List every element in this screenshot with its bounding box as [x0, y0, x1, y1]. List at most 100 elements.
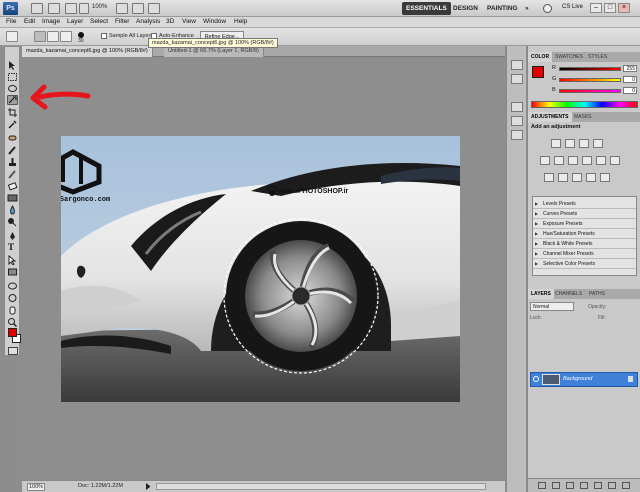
- levels-icon[interactable]: [565, 139, 575, 148]
- new-layer-icon[interactable]: [608, 482, 616, 489]
- actions-panel-icon[interactable]: [511, 74, 523, 84]
- color-balance-icon[interactable]: [568, 156, 578, 165]
- 3d-orbit-tool-icon[interactable]: [7, 293, 18, 303]
- exposure-icon[interactable]: [593, 139, 603, 148]
- tab-adjustments[interactable]: ADJUSTMENTS: [528, 112, 572, 122]
- tab-masks[interactable]: MASKS: [571, 112, 595, 122]
- menu-file[interactable]: File: [6, 18, 16, 25]
- history-panel-icon[interactable]: [511, 60, 523, 70]
- zoom-tool-icon[interactable]: [7, 317, 18, 327]
- layer-name[interactable]: Background: [563, 376, 592, 382]
- menu-3d[interactable]: 3D: [166, 18, 174, 25]
- foreground-color-swatch[interactable]: [8, 328, 17, 337]
- more-workspaces-button[interactable]: »: [521, 2, 533, 15]
- character-panel-icon[interactable]: [511, 102, 523, 112]
- arrange-documents-icon[interactable]: [132, 3, 144, 14]
- channel-r-value[interactable]: 255: [623, 65, 637, 72]
- minimize-button[interactable]: –: [590, 3, 602, 13]
- black-white-icon[interactable]: [582, 156, 592, 165]
- tab-layers[interactable]: LAYERS: [528, 289, 554, 299]
- menu-help[interactable]: Help: [234, 18, 247, 25]
- brushes-panel-icon[interactable]: [511, 130, 523, 140]
- menu-select[interactable]: Select: [90, 18, 108, 25]
- channel-g-value[interactable]: 0: [623, 76, 637, 83]
- eyedropper-tool-icon[interactable]: [7, 119, 18, 129]
- new-selection-button[interactable]: [34, 31, 46, 42]
- rectangle-tool-icon[interactable]: [7, 267, 18, 277]
- threshold-icon[interactable]: [572, 173, 582, 182]
- menu-image[interactable]: Image: [42, 18, 60, 25]
- layer-visibility-icon[interactable]: [533, 376, 539, 382]
- channel-b-value[interactable]: 0: [623, 87, 637, 94]
- zoom-level[interactable]: 100%: [92, 4, 107, 10]
- preset-levels[interactable]: Levels Presets: [533, 199, 636, 209]
- brush-tool-icon[interactable]: [7, 145, 18, 155]
- move-tool-icon[interactable]: [7, 60, 18, 70]
- status-menu-arrow-icon[interactable]: [146, 483, 152, 490]
- pen-tool-icon[interactable]: [7, 231, 18, 241]
- bridge-icon[interactable]: [31, 3, 43, 14]
- workspace-essentials[interactable]: ESSENTIALS: [402, 2, 451, 15]
- zoom-tool-icon[interactable]: [79, 3, 89, 14]
- hue-saturation-icon[interactable]: [554, 156, 564, 165]
- cs-live-menu[interactable]: CS Live: [562, 4, 583, 10]
- type-tool-icon[interactable]: T: [8, 242, 14, 252]
- selective-color-icon[interactable]: [600, 173, 610, 182]
- blend-mode-select[interactable]: Normal: [530, 302, 574, 311]
- lasso-tool-icon[interactable]: [7, 84, 18, 94]
- subtract-from-selection-button[interactable]: [60, 31, 72, 42]
- crop-tool-icon[interactable]: [7, 107, 18, 117]
- tool-preset-picker[interactable]: [6, 31, 18, 42]
- menu-edit[interactable]: Edit: [24, 18, 35, 25]
- preset-curves[interactable]: Curves Presets: [533, 209, 636, 219]
- clone-stamp-tool-icon[interactable]: [7, 157, 18, 167]
- tab-channels[interactable]: CHANNELS: [552, 289, 585, 299]
- menu-view[interactable]: View: [182, 18, 196, 25]
- new-adjustment-layer-icon[interactable]: [580, 482, 588, 489]
- maximize-button[interactable]: □: [604, 3, 616, 13]
- menu-window[interactable]: Window: [203, 18, 226, 25]
- menu-layer[interactable]: Layer: [67, 18, 83, 25]
- channel-g-slider[interactable]: [559, 78, 621, 82]
- 3d-rotate-tool-icon[interactable]: [7, 281, 18, 291]
- layer-style-icon[interactable]: [552, 482, 560, 489]
- tab-swatches[interactable]: SWATCHES: [552, 52, 586, 62]
- quick-mask-button[interactable]: [8, 347, 18, 355]
- marquee-tool-icon[interactable]: [7, 72, 18, 82]
- quick-selection-tool-icon[interactable]: [7, 95, 18, 105]
- blur-tool-icon[interactable]: [7, 205, 18, 215]
- menu-analysis[interactable]: Analysis: [136, 18, 160, 25]
- screen-mode-icon[interactable]: [148, 3, 160, 14]
- preset-exposure[interactable]: Exposure Presets: [533, 219, 636, 229]
- preset-channel-mixer[interactable]: Channel Mixer Presets: [533, 249, 636, 259]
- workspace-painting[interactable]: PAINTING: [483, 2, 522, 15]
- add-to-selection-button[interactable]: [47, 31, 59, 42]
- channel-r-slider[interactable]: [559, 67, 621, 71]
- workspace-design[interactable]: DESIGN: [449, 2, 482, 15]
- preset-hue-saturation[interactable]: Hue/Saturation Presets: [533, 229, 636, 239]
- layer-row-background[interactable]: Background: [530, 372, 638, 387]
- horizontal-scrollbar[interactable]: [156, 483, 486, 490]
- close-button[interactable]: ×: [618, 3, 630, 13]
- preset-selective-color[interactable]: Selective Color Presets: [533, 259, 636, 269]
- history-brush-tool-icon[interactable]: [7, 169, 18, 179]
- channel-b-slider[interactable]: [559, 89, 621, 93]
- tab-paths[interactable]: PATHS: [586, 289, 608, 299]
- invert-icon[interactable]: [544, 173, 554, 182]
- delete-layer-icon[interactable]: [622, 482, 630, 489]
- vibrance-icon[interactable]: [540, 156, 550, 165]
- path-selection-tool-icon[interactable]: [7, 255, 18, 265]
- color-panel-foreground[interactable]: [532, 66, 544, 78]
- brightness-contrast-icon[interactable]: [551, 139, 561, 148]
- link-layers-icon[interactable]: [538, 482, 546, 489]
- curves-icon[interactable]: [579, 139, 589, 148]
- status-zoom[interactable]: 100%: [27, 483, 45, 491]
- color-spectrum-bar[interactable]: [531, 101, 638, 108]
- posterize-icon[interactable]: [558, 173, 568, 182]
- channel-mixer-icon[interactable]: [610, 156, 620, 165]
- gradient-map-icon[interactable]: [586, 173, 596, 182]
- dodge-tool-icon[interactable]: [7, 217, 18, 227]
- tab-color[interactable]: COLOR: [528, 52, 553, 62]
- tab-mazda-document[interactable]: mazda_kazamai_concept6.jpg @ 100% (RGB/8…: [22, 46, 153, 57]
- sample-all-layers-checkbox[interactable]: [101, 33, 107, 39]
